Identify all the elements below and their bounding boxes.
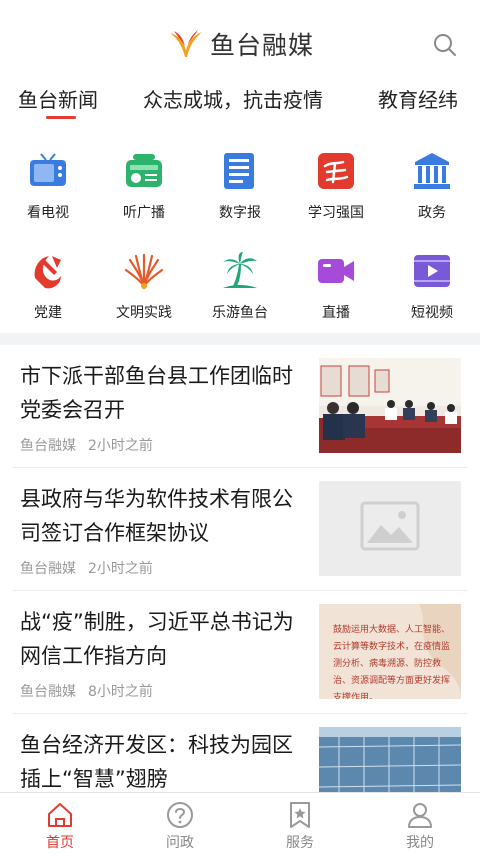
grid-label: 学习强国 [308,205,364,221]
news-time: 8小时之前 [88,684,153,700]
grid-label: 看电视 [27,205,69,221]
news-item[interactable]: 战“疫”制胜，习近平总书记为网信工作指方向 鱼台融媒 8小时之前 鼓励运用大数据、… [0,591,480,714]
news-title: 战“疫”制胜，习近平总书记为网信工作指方向 [20,610,294,668]
search-icon[interactable] [432,32,458,58]
news-meta: 鱼台融媒 2小时之前 [20,435,153,455]
news-meta: 鱼台融媒 2小时之前 [20,558,153,578]
grid-label: 政务 [418,205,446,221]
grid-label: 党建 [34,305,62,321]
home-icon [48,803,72,827]
news-item[interactable]: 县政府与华为软件技术有限公司签订合作框架协议 鱼台融媒 2小时之前 [0,468,480,591]
news-time: 2小时之前 [88,561,153,577]
nav-label: 服务 [286,835,314,851]
grid-item-government[interactable]: 政务 [384,150,480,240]
live-camera-icon [318,259,354,283]
civilization-practice-icon [124,253,164,290]
fish-logo-icon [170,30,202,57]
grid-item-newspaper[interactable]: 数字报 [192,150,288,240]
news-title: 市下派干部鱼台县工作团临时党委会召开 [20,364,293,422]
news-source: 鱼台融媒 [20,438,76,454]
brand-logo: 鱼台融媒 [168,26,314,62]
active-tab-indicator [46,116,76,119]
palm-tree-icon [223,252,257,288]
grid-item-civilization[interactable]: 文明实践 [96,250,192,340]
grid-label: 听广播 [123,205,165,221]
grid-item-short-video[interactable]: 短视频 [384,250,480,340]
grid-item-party[interactable]: 党建 [0,250,96,340]
party-emblem-icon [34,256,61,289]
tab-fight-epidemic[interactable]: 众志成城，抗击疫情 [143,84,323,113]
nav-label: 我的 [406,835,434,851]
grid-label: 文明实践 [116,305,172,321]
grid-label: 短视频 [411,305,453,321]
user-icon [408,803,432,828]
star-bookmark-icon [290,802,310,828]
news-title: 鱼台经济开发区：科技为园区插上“智慧”翅膀 [20,733,293,791]
news-meta: 鱼台融媒 8小时之前 [20,681,153,701]
section-divider [0,333,480,345]
grid-item-tourism[interactable]: 乐游鱼台 [192,250,288,340]
nav-label: 问政 [166,835,194,851]
news-thumbnail [319,481,461,576]
grid-item-live[interactable]: 直播 [288,250,384,340]
grid-item-tv[interactable]: 看电视 [0,150,96,240]
image-placeholder-icon [360,501,420,551]
news-thumbnail: 鼓励运用大数据、人工智能、云计算等数字技术，在疫情监测分析、病毒溯源、防控救治、… [319,604,461,699]
grid-item-xuexi[interactable]: 学习强国 [288,150,384,240]
nav-profile[interactable]: 我的 [360,793,480,856]
grid-label: 直播 [322,305,350,321]
government-building-icon [414,153,450,189]
news-title: 县政府与华为软件技术有限公司签订合作框架协议 [20,487,293,545]
app-header: 鱼台融媒 [0,0,480,80]
xuexi-icon [318,153,354,189]
news-thumbnail [319,358,461,453]
grid-label: 数字报 [219,205,261,221]
tab-yutai-news[interactable]: 鱼台新闻 [18,84,98,113]
tab-education[interactable]: 教育经纬 [378,84,458,113]
meeting-photo [319,358,461,453]
news-time: 2小时之前 [88,438,153,454]
tv-icon [30,153,66,186]
news-source: 鱼台融媒 [20,684,76,700]
nav-service[interactable]: 服务 [240,793,360,856]
newspaper-icon [224,153,254,189]
short-video-icon [414,255,450,287]
category-tabs: 鱼台新闻 众志成城，抗击疫情 教育经纬 [0,84,480,126]
grid-label: 乐游鱼台 [212,305,268,321]
nav-home[interactable]: 首页 [0,793,120,856]
quote-text: 鼓励运用大数据、人工智能、云计算等数字技术，在疫情监测分析、病毒溯源、防控救治、… [333,625,451,699]
brand-name: 鱼台融媒 [210,31,315,60]
news-source: 鱼台融媒 [20,561,76,577]
grid-item-radio[interactable]: 听广播 [96,150,192,240]
bottom-navigation: 首页 问政 服务 我的 [0,792,480,856]
radio-icon [126,154,162,187]
nav-ask[interactable]: 问政 [120,793,240,856]
nav-label: 首页 [46,835,74,851]
news-item[interactable]: 市下派干部鱼台县工作团临时党委会召开 鱼台融媒 2小时之前 [0,345,480,468]
question-icon [167,802,193,828]
